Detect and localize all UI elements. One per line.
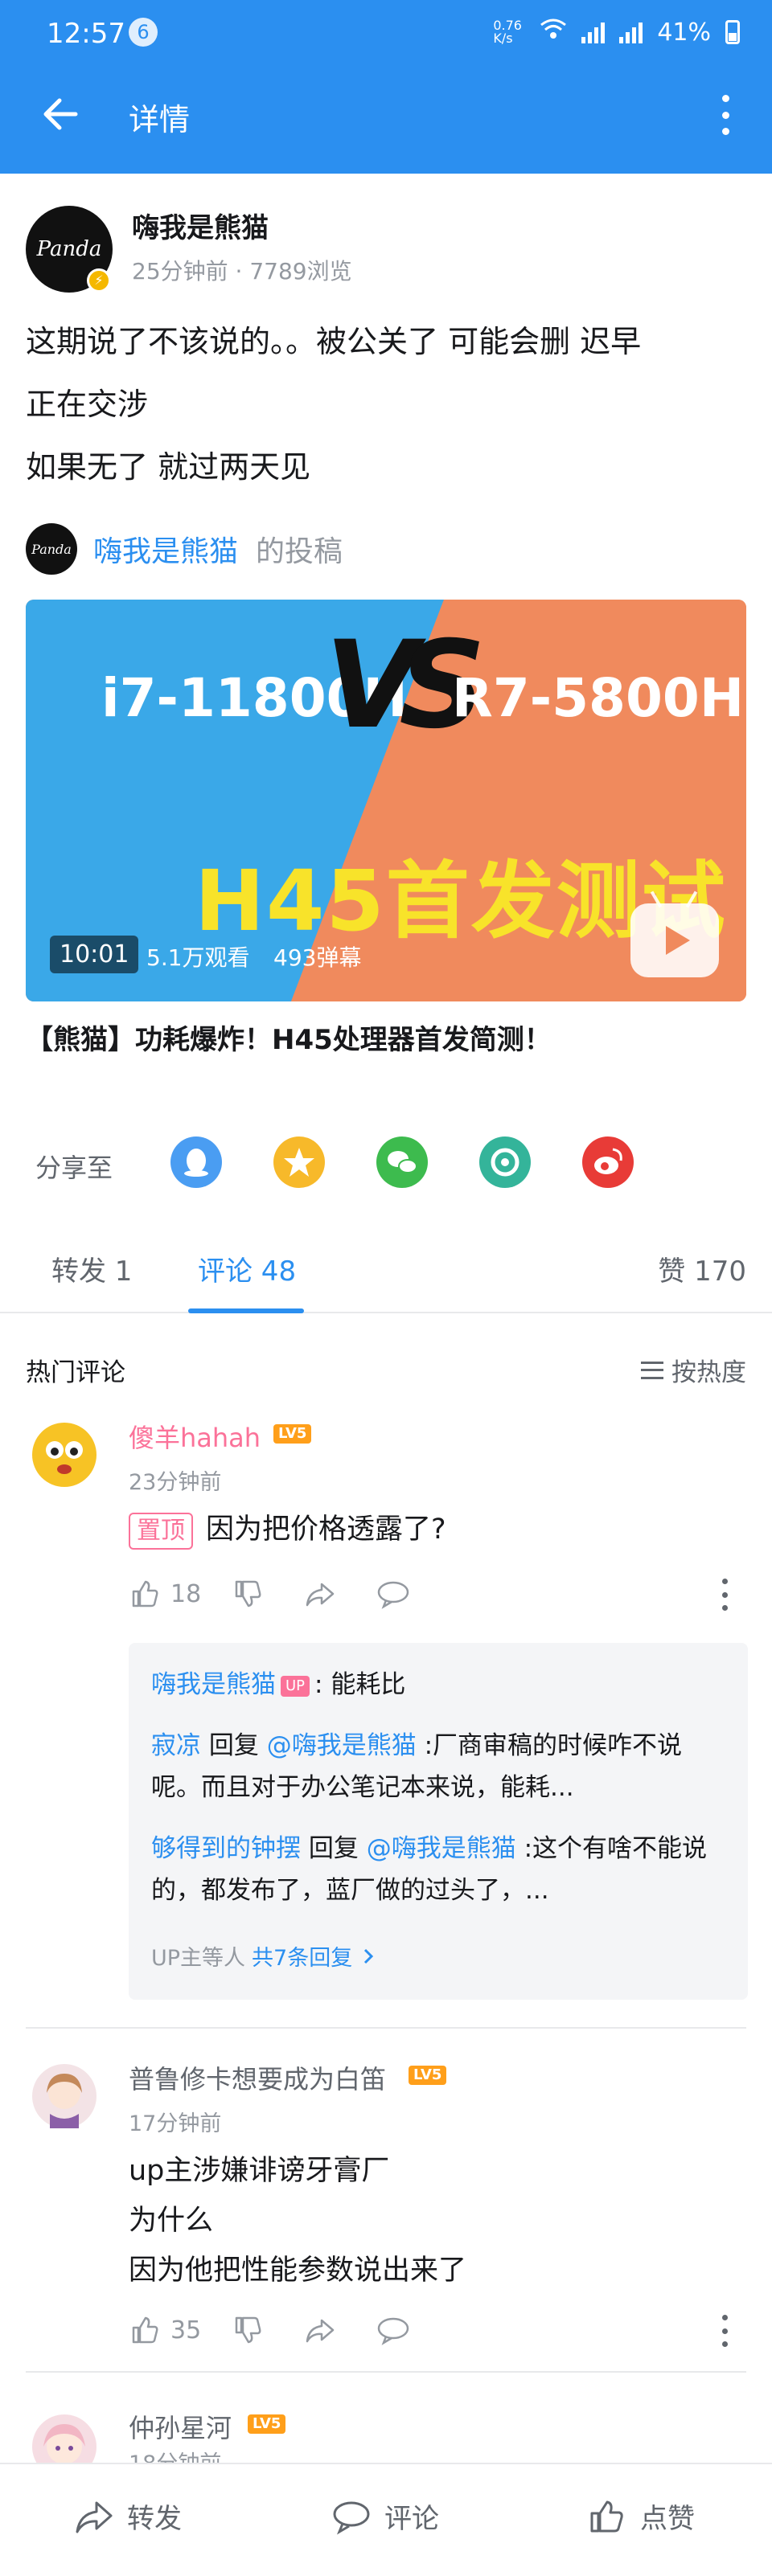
share-icon [76, 2501, 113, 2533]
like-post-button[interactable]: 点赞 [587, 2496, 695, 2536]
signal-icon [581, 21, 606, 43]
video-thumbnail[interactable]: i7-11800H VS R7-5800H H45首发测试 10:01 5.1万… [26, 600, 746, 1001]
reply-box: 嗨我是熊猫 UP: 能耗比 寂凉 回复 @嗨我是熊猫 :厂商审稿的时候咋不说呢。而… [129, 1643, 748, 2000]
video-views: 5.1万观看 [146, 944, 250, 971]
reply-footer[interactable]: UP主等人 共7条回复 [151, 1940, 378, 1972]
wechat-icon[interactable] [376, 1136, 428, 1188]
divider [26, 2371, 746, 2373]
tab-bar: 转发 1 评论 48 赞 170 [0, 1209, 772, 1313]
comment-time: 17分钟前 [129, 2111, 222, 2136]
comment-time: 18分钟前 [129, 2451, 221, 2463]
forward-button[interactable]: 转发 [74, 2496, 182, 2536]
notification-badge: 6 [129, 18, 158, 47]
tab-comments[interactable]: 评论 48 [198, 1249, 296, 1288]
author-name[interactable]: 嗨我是熊猫 [132, 206, 269, 245]
post-text: 这期说了不该说的。。被公关了 可能会删 迟早 正在交涉 如果无了 就过两天见 [26, 324, 642, 485]
comment-user[interactable]: 仲孙星河 [129, 2408, 232, 2445]
back-button[interactable] [39, 92, 82, 136]
share-label: 分享至 [35, 1153, 113, 1183]
level-badge: LV5 [248, 2414, 286, 2434]
sort-button[interactable]: 按热度 [641, 1352, 746, 1388]
thumb-down-icon [235, 1580, 261, 1607]
thumb-up-icon [132, 1580, 158, 1607]
chat-bubble-icon [377, 1581, 409, 1609]
comment-more-button[interactable] [721, 1579, 729, 1611]
video-title[interactable]: 【熊猫】功耗爆炸！H45处理器首发简测！ [26, 1018, 552, 1057]
battery-percent: 41% [657, 18, 711, 47]
comments-section: 热门评论 按热度 傻羊hahah LV5 23分钟前 置顶 因为把价格透露了? 1… [0, 1313, 772, 2479]
signal-icon-2 [619, 21, 643, 43]
like-button[interactable]: 18 [129, 1578, 201, 1610]
level-badge: LV5 [273, 1424, 312, 1444]
video-vs-text: VS [325, 616, 486, 756]
repost-header[interactable]: Panda 嗨我是熊猫 的投稿 [26, 522, 343, 575]
qzone-icon[interactable] [273, 1136, 325, 1188]
status-time: 12:57 [47, 18, 125, 50]
share-comment-button[interactable] [304, 2314, 346, 2346]
top-bar: 12:57 6 0.76 K/s 41% 详情 [0, 0, 772, 174]
comment-time: 23分钟前 [129, 1470, 222, 1495]
more-menu-button[interactable] [717, 95, 733, 135]
view-replies-link[interactable]: 共7条回复 [252, 1940, 352, 1972]
reply-button[interactable] [376, 1578, 420, 1610]
share-comment-button[interactable] [304, 1578, 346, 1610]
comment-avatar[interactable] [32, 2064, 96, 2128]
comment-button[interactable]: 评论 [331, 2496, 439, 2536]
battery-icon [725, 20, 740, 44]
pinned-badge: 置顶 [129, 1513, 193, 1550]
repost-suffix: 的投稿 [256, 535, 343, 568]
page-title: 详情 [129, 102, 191, 137]
comment-more-button[interactable] [721, 2315, 729, 2347]
chat-bubble-icon [333, 2501, 370, 2534]
thumb-up-icon [132, 2316, 158, 2344]
comment-user[interactable]: 普鲁修卡想要成为白笛 [129, 2059, 386, 2096]
comment-avatar[interactable] [32, 1423, 96, 1487]
share-row: 分享至 [0, 1114, 772, 1210]
post-card: Panda ⚡ 嗨我是熊猫 25分钟前 · 7789浏览 这期说了不该说的。。被… [0, 174, 772, 1210]
like-button[interactable]: 35 [129, 2314, 201, 2346]
comment-actions: 18 [129, 1574, 450, 1614]
arrow-left-icon [43, 98, 78, 130]
divider [26, 2027, 746, 2029]
sort-icon [641, 1361, 663, 1379]
comment-user[interactable]: 傻羊hahah [129, 1418, 261, 1455]
thumb-down-icon [235, 2316, 261, 2344]
level-badge: LV5 [409, 2066, 447, 2085]
tab-likes[interactable]: 赞 170 [658, 1249, 746, 1288]
dislike-button[interactable] [232, 2314, 273, 2346]
dislike-button[interactable] [232, 1578, 273, 1610]
thumb-up-icon [590, 2500, 623, 2532]
chat-bubble-icon [377, 2317, 409, 2345]
moments-icon[interactable] [479, 1136, 531, 1188]
share-icon [306, 1583, 335, 1607]
net-speed: 0.76 K/s [493, 18, 522, 46]
reply-button[interactable] [376, 2314, 420, 2346]
tv-play-icon [630, 891, 719, 977]
bottom-action-bar: 转发 评论 点赞 [0, 2463, 772, 2576]
status-icons: 0.76 K/s 41% [493, 18, 740, 47]
video-duration: 10:01 [50, 936, 139, 973]
reply-item[interactable]: 寂凉 回复 @嗨我是熊猫 :厂商审稿的时候咋不说呢。而且对于办公笔记本来说，能耗… [151, 1725, 730, 1808]
qq-icon[interactable] [170, 1136, 222, 1188]
verified-icon: ⚡ [87, 268, 111, 293]
repost-avatar[interactable]: Panda [26, 523, 77, 575]
up-badge: UP [281, 1675, 310, 1697]
comment-text: 置顶 因为把价格透露了? [129, 1505, 446, 1554]
weibo-icon[interactable] [582, 1136, 634, 1188]
tab-forward[interactable]: 转发 1 [51, 1249, 132, 1288]
chevron-right-icon [364, 1948, 374, 1964]
reply-item[interactable]: 够得到的钟摆 回复 @嗨我是熊猫 :这个有啥不能说的，都发布了，蓝厂做的过头了，… [151, 1828, 730, 1911]
video-right-text: R7-5800H [452, 667, 745, 729]
repost-author[interactable]: 嗨我是熊猫 [93, 528, 238, 570]
wifi-icon [540, 18, 567, 47]
share-icon [306, 2319, 335, 2343]
comment-actions: 35 [129, 2310, 450, 2350]
comment-text: up主涉嫌诽谤牙膏厂 为什么 因为他把性能参数说出来了 [129, 2155, 467, 2287]
hot-comments-title: 热门评论 [26, 1358, 125, 1387]
video-danmaku: 493弹幕 [273, 944, 362, 971]
post-meta: 25分钟前 · 7789浏览 [132, 258, 352, 285]
reply-item[interactable]: 嗨我是熊猫 UP: 能耗比 [151, 1664, 730, 1706]
